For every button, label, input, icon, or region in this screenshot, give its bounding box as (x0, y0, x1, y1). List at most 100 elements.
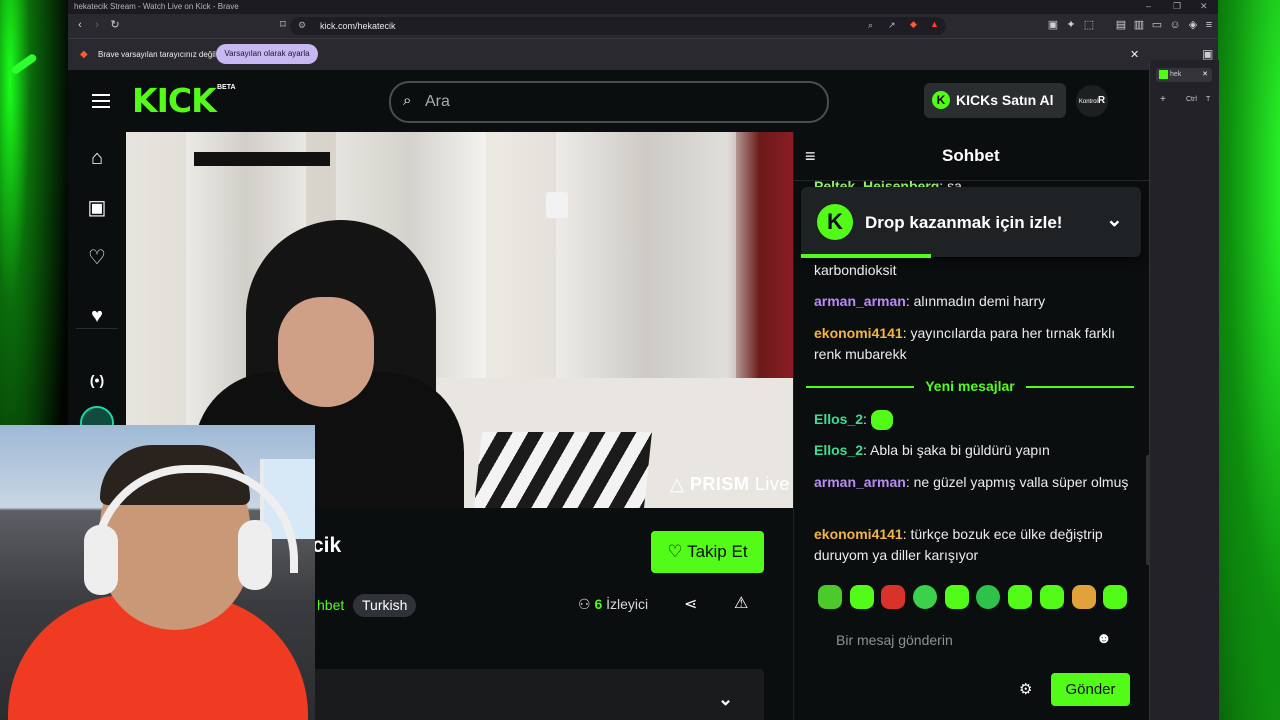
avatar-initial: R (1097, 95, 1106, 106)
search-placeholder: Ara (425, 93, 450, 110)
drop-banner[interactable]: K Drop kazanmak için izle! ⌄ (801, 187, 1141, 257)
minimize-icon[interactable]: – (1146, 1, 1151, 11)
collapsible-panel[interactable]: ⌄ (302, 669, 764, 720)
reload-icon[interactable]: ↻ (108, 18, 122, 32)
emote-button[interactable] (945, 585, 969, 609)
chat-title: Sohbet (942, 146, 1000, 165)
following-icon[interactable]: ♡ (85, 246, 109, 270)
chat-input-placeholder: Bir mesaj gönderin (836, 632, 953, 648)
send-button[interactable]: Gönder (1051, 673, 1130, 706)
avatar-small-text: Kontrol (1078, 99, 1098, 105)
share-icon[interactable]: ↗ (888, 20, 896, 31)
chevron-down-icon[interactable]: ⌄ (1106, 207, 1123, 232)
brave-shields-icon[interactable]: ◆ (910, 19, 917, 30)
chat-input[interactable]: Bir mesaj gönderin ☻ (814, 622, 1144, 658)
report-warning-icon[interactable]: ⚠ (734, 593, 748, 613)
drop-banner-text: Drop kazanmak için izle! (865, 213, 1063, 232)
chevron-down-icon[interactable]: ⌄ (718, 689, 733, 710)
streamer-face (278, 297, 374, 407)
kicks-coin-icon: K (932, 91, 950, 109)
follow-label: Takip Et (687, 542, 748, 561)
brave-rewards-icon[interactable]: ▲ (930, 19, 939, 29)
emote-button[interactable] (1103, 585, 1127, 609)
beta-badge: BETA (217, 84, 236, 91)
chat-message: karbondioksit (814, 262, 897, 278)
close-window-icon[interactable]: ✕ (1200, 1, 1208, 12)
viewer-number: 6 (594, 596, 603, 612)
zoom-icon[interactable]: ⌕ (868, 20, 873, 31)
chat-message: Ellos_2: (814, 409, 1144, 431)
prism-suffix: Live (754, 474, 790, 494)
prism-brand: PRISM (689, 474, 750, 494)
forward-icon[interactable]: › (90, 18, 104, 32)
address-bar[interactable]: ⚙ kick.com/hekatecik ⌕ ↗ ◆ ▲ (290, 17, 946, 35)
chat-message: Ellos_2: Abla bi şaka bi güldürü yapın (814, 442, 1050, 458)
follow-button[interactable]: ♡ Takip Et (651, 531, 764, 573)
menu-icon[interactable]: ≡ (1202, 18, 1216, 32)
emoji-picker-icon[interactable]: ☻ (1096, 630, 1112, 647)
brave-logo-icon: ◆ (80, 49, 88, 60)
kick-favicon (1159, 69, 1168, 79)
favorites-heart-icon[interactable]: ♥ (85, 304, 109, 328)
buy-kicks-button[interactable]: K KICKs Satın Al (924, 83, 1066, 118)
nav-divider (76, 328, 118, 329)
new-tab-plus-icon[interactable]: + (1160, 94, 1166, 105)
emote-button[interactable] (976, 585, 1000, 609)
side-tab-close-icon[interactable]: ✕ (1202, 68, 1208, 82)
bookmark-icon[interactable]: ⌑ (276, 18, 290, 32)
chat-message: ekonomi4141: yayıncılarda para her tırna… (814, 325, 1116, 362)
title-bar: hekatecik Stream - Watch Live on Kick - … (68, 0, 1218, 14)
back-icon[interactable]: ‹ (73, 18, 87, 32)
wallet-icon[interactable]: ▭ (1150, 18, 1164, 32)
kick-drop-icon: K (817, 204, 853, 240)
side-panel-icon[interactable]: ▣ (1202, 47, 1213, 61)
collapse-chat-icon[interactable]: ≡ (805, 146, 816, 167)
emote (870, 410, 893, 431)
drop-progress (801, 254, 931, 258)
site-info-icon[interactable]: ⚙ (298, 20, 306, 31)
downloads-icon[interactable]: ⬚ (1082, 18, 1096, 32)
side-tab[interactable]: hek ✕ (1156, 68, 1212, 82)
viewer-count: ⚇ 6 İzleyici (578, 596, 648, 613)
desktop-background-right (1218, 0, 1280, 720)
emote-button[interactable] (1040, 585, 1064, 609)
emote-button[interactable] (818, 585, 842, 609)
kick-logo[interactable]: KICK (132, 84, 217, 118)
webcam-overlay (0, 425, 315, 720)
video-artifact (194, 152, 330, 166)
channel-name[interactable]: cik (312, 534, 341, 558)
chat-message: arman_arman: ne güzel yapmış valla süper… (814, 474, 1129, 490)
emote-button[interactable] (1008, 585, 1032, 609)
emote-button[interactable] (881, 585, 905, 609)
infobar-close-icon[interactable]: ✕ (1130, 48, 1139, 61)
shortcut-t: T (1206, 96, 1211, 103)
chat-message: ekonomi4141: türkçe bozuk ece ülke değiş… (814, 526, 1103, 563)
hamburger-menu-icon[interactable] (92, 94, 110, 96)
puzzle-icon[interactable]: ✦ (1064, 18, 1078, 32)
reading-list-icon[interactable]: ▥ (1132, 18, 1146, 32)
buy-kicks-label: KICKs Satın Al (956, 92, 1054, 108)
sidebar-toggle-icon[interactable]: ▤ (1114, 18, 1128, 32)
chat-settings-gear-icon[interactable]: ⚙ (1019, 680, 1032, 698)
emote-button[interactable] (913, 585, 937, 609)
profile-icon[interactable]: ☺ (1168, 18, 1182, 32)
set-default-button[interactable]: Varsayılan olarak ayarla (216, 44, 318, 64)
extension-icon[interactable]: ▣ (1046, 18, 1060, 32)
emote-button[interactable] (1072, 585, 1096, 609)
headphone-left (84, 525, 118, 595)
browse-icon[interactable]: ▣ (85, 196, 109, 220)
emote-bar (814, 585, 1132, 611)
maximize-icon[interactable]: ❐ (1173, 1, 1181, 12)
emote-button[interactable] (850, 585, 874, 609)
window-title: hekatecik Stream - Watch Live on Kick - … (74, 2, 239, 11)
prism-live-watermark: △ PRISM Live (670, 474, 790, 494)
search-bar[interactable]: ⌕ Ara (389, 81, 829, 123)
headphone-right (238, 520, 272, 590)
wall-socket (546, 192, 568, 218)
user-avatar[interactable]: KontrolR (1076, 85, 1108, 117)
vpn-icon[interactable]: ◈ (1186, 18, 1200, 32)
home-icon[interactable]: ⌂ (85, 146, 109, 170)
language-tag[interactable]: Turkish (353, 594, 417, 617)
share-icon[interactable]: ⋖ (684, 594, 697, 614)
live-channels-icon[interactable]: (•) (85, 368, 109, 392)
